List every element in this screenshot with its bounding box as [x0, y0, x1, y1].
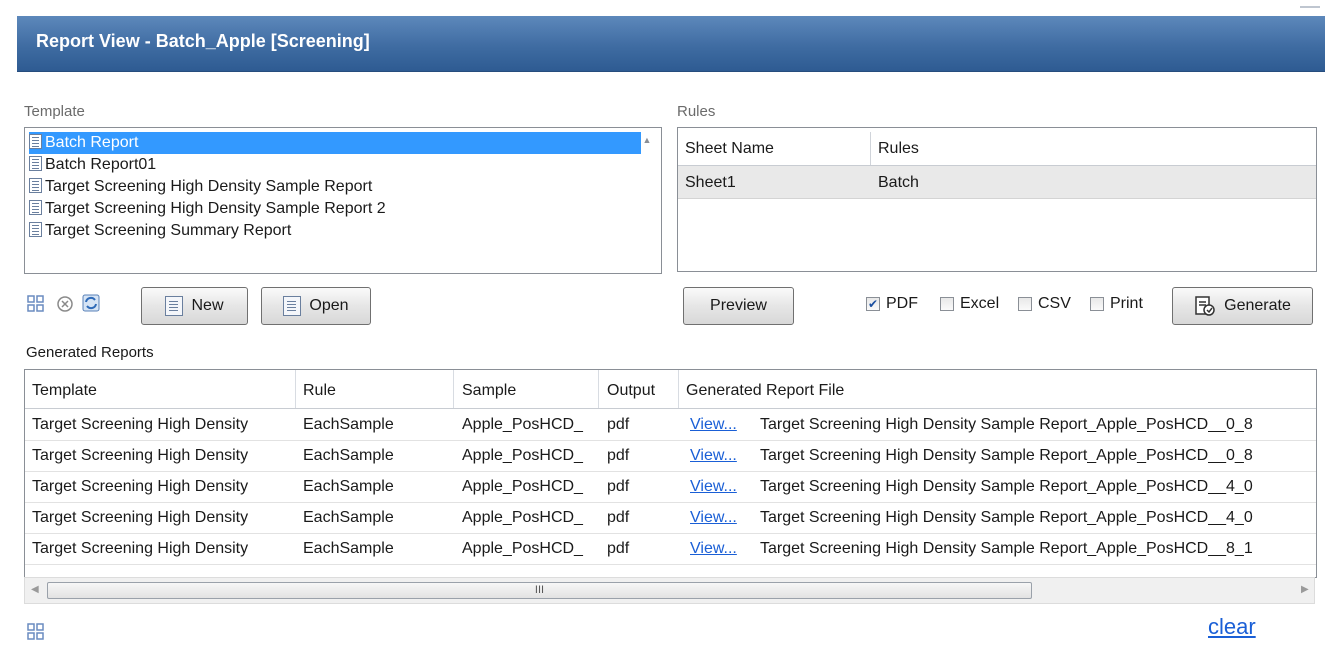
cell-output: pdf: [607, 447, 630, 464]
cell-output: pdf: [607, 478, 630, 495]
view-link[interactable]: View...: [690, 478, 750, 496]
view-link[interactable]: View...: [690, 540, 750, 558]
cell-sample: Apple_PosHCD_: [462, 478, 583, 495]
template-item-label: Target Screening High Density Sample Rep…: [45, 178, 373, 195]
template-item-label: Batch Report01: [45, 156, 157, 173]
csv-checkbox-box[interactable]: [1018, 297, 1032, 311]
open-button[interactable]: Open: [261, 287, 371, 325]
table-row[interactable]: Target Screening High Density EachSample A…: [25, 440, 1316, 472]
grid-col-sample[interactable]: Sample: [462, 382, 516, 400]
window-corner-mark: [1300, 0, 1320, 8]
print-checkbox-box[interactable]: [1090, 297, 1104, 311]
cell-output: pdf: [607, 416, 630, 433]
cell-file: Target Screening High Density Sample Rep…: [760, 509, 1253, 526]
document-icon: [29, 134, 42, 149]
view-link[interactable]: View...: [690, 416, 750, 434]
cell-output: pdf: [607, 540, 630, 557]
cell-template: Target Screening High Density: [32, 540, 249, 557]
cell-file: Target Screening High Density Sample Rep…: [760, 540, 1253, 557]
document-icon: [283, 296, 302, 316]
template-item-label: Batch Report: [45, 134, 139, 151]
cell-template: Target Screening High Density: [32, 416, 249, 433]
generated-reports-label: Generated Reports: [26, 344, 154, 361]
cell-template: Target Screening High Density: [32, 509, 249, 526]
excel-checkbox-box[interactable]: [940, 297, 954, 311]
grid-col-generated-file[interactable]: Generated Report File: [686, 382, 844, 400]
cell-template: Target Screening High Density: [32, 447, 249, 464]
generated-reports-grid[interactable]: Template Rule Sample Output Generated Re…: [24, 369, 1317, 578]
clear-link[interactable]: clear: [1208, 614, 1256, 640]
document-icon: [165, 296, 184, 316]
scrollbar-thumb[interactable]: III: [47, 582, 1032, 599]
page-title: Report View - Batch_Apple [Screening]: [36, 31, 370, 51]
rules-cell-rules: Batch: [878, 174, 919, 191]
grid-col-output[interactable]: Output: [607, 382, 655, 400]
generate-button[interactable]: Generate: [1172, 287, 1313, 325]
cell-rule: EachSample: [303, 540, 394, 557]
excel-checkbox[interactable]: Excel: [940, 293, 999, 315]
grid-icon[interactable]: [26, 294, 46, 314]
template-list-partial-row: [29, 260, 641, 272]
template-section-label: Template: [24, 103, 85, 120]
cell-sample: Apple_PosHCD_: [462, 416, 583, 433]
template-scroll-up-icon[interactable]: ▲: [641, 135, 653, 145]
scroll-left-icon[interactable]: ◀: [31, 584, 39, 595]
csv-checkbox[interactable]: CSV: [1018, 293, 1071, 315]
template-item-label: Target Screening High Density Sample Rep…: [45, 200, 386, 217]
template-list[interactable]: Batch Report Batch Report01 Target Screeni…: [24, 127, 662, 274]
rules-col-sheet-name[interactable]: Sheet Name: [685, 140, 774, 158]
cell-file: Target Screening High Density Sample Rep…: [760, 447, 1253, 464]
cell-rule: EachSample: [303, 416, 394, 433]
cell-output: pdf: [607, 509, 630, 526]
document-icon: [29, 178, 42, 193]
template-list-item[interactable]: Batch Report: [29, 132, 641, 154]
template-list-item[interactable]: Target Screening High Density Sample Rep…: [29, 198, 641, 220]
table-row[interactable]: Target Screening High Density EachSample A…: [25, 502, 1316, 534]
pdf-checkbox[interactable]: ✔ PDF: [866, 293, 918, 315]
cell-file: Target Screening High Density Sample Rep…: [760, 416, 1253, 433]
document-icon: [29, 200, 42, 215]
template-list-item[interactable]: Batch Report01: [29, 154, 641, 176]
grid-icon[interactable]: [26, 622, 46, 642]
new-button[interactable]: New: [141, 287, 248, 325]
template-item-label: Target Screening Summary Report: [45, 222, 292, 239]
cell-rule: EachSample: [303, 447, 394, 464]
pdf-checkbox-box[interactable]: ✔: [866, 297, 880, 311]
view-link[interactable]: View...: [690, 509, 750, 527]
template-list-item[interactable]: Target Screening Summary Report: [29, 220, 641, 242]
scroll-right-icon[interactable]: ▶: [1301, 584, 1309, 595]
document-icon: [29, 222, 42, 237]
rules-table-header: Sheet Name Rules: [678, 132, 1316, 166]
preview-button[interactable]: Preview: [683, 287, 794, 325]
rules-section-label: Rules: [677, 103, 716, 120]
template-list-item[interactable]: Target Screening High Density Sample Rep…: [29, 176, 641, 198]
remove-icon[interactable]: [55, 294, 75, 314]
table-row[interactable]: Target Screening High Density EachSample A…: [25, 533, 1316, 565]
table-row[interactable]: Target Screening High Density EachSample A…: [25, 409, 1316, 441]
refresh-icon[interactable]: [81, 293, 101, 313]
title-bar: Report View - Batch_Apple [Screening]: [17, 16, 1325, 72]
rules-cell-sheet-name: Sheet1: [685, 174, 736, 191]
horizontal-scrollbar[interactable]: ◀ III ▶: [24, 577, 1315, 604]
table-row[interactable]: Target Screening High Density EachSample A…: [25, 471, 1316, 503]
cell-rule: EachSample: [303, 509, 394, 526]
cell-file: Target Screening High Density Sample Rep…: [760, 478, 1253, 495]
generate-icon: [1195, 296, 1215, 316]
cell-sample: Apple_PosHCD_: [462, 540, 583, 557]
grid-col-rule[interactable]: Rule: [303, 382, 336, 400]
rules-table[interactable]: Sheet Name Rules Sheet1 Batch: [677, 127, 1317, 272]
view-link[interactable]: View...: [690, 447, 750, 465]
grid-col-template[interactable]: Template: [32, 382, 97, 400]
cell-sample: Apple_PosHCD_: [462, 447, 583, 464]
rules-col-rules[interactable]: Rules: [878, 140, 919, 158]
grid-header: Template Rule Sample Output Generated Re…: [25, 370, 1316, 409]
cell-sample: Apple_PosHCD_: [462, 509, 583, 526]
print-checkbox[interactable]: Print: [1090, 293, 1143, 315]
cell-rule: EachSample: [303, 478, 394, 495]
cell-template: Target Screening High Density: [32, 478, 249, 495]
document-icon: [29, 156, 42, 171]
rules-row[interactable]: Sheet1 Batch: [678, 166, 1316, 199]
